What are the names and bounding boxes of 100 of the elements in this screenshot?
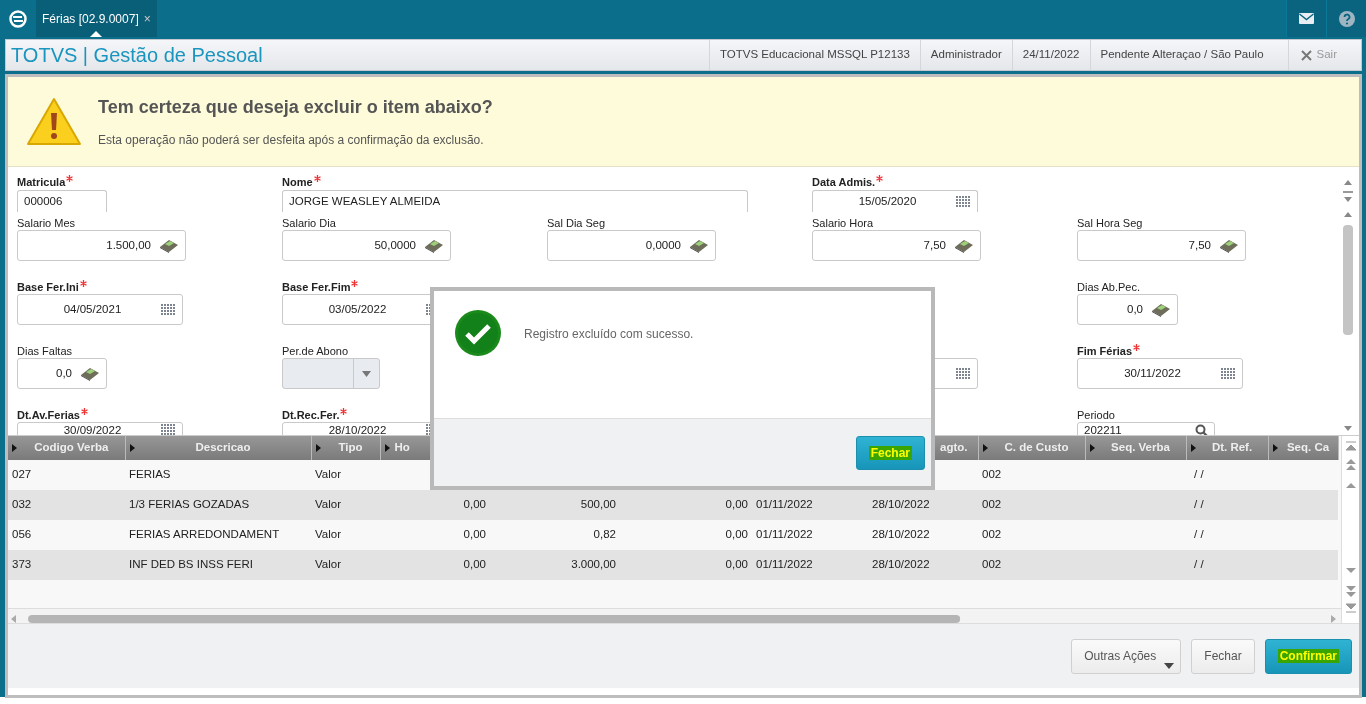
input-field[interactable]: 50,0000 <box>282 230 451 261</box>
table-cell: 056 <box>12 528 32 541</box>
input-field[interactable]: 000006 <box>17 190 107 212</box>
alert-message: Esta operação não poderá ser desfeita após a confirmação da exclusão. <box>98 132 485 149</box>
table-cell: 0,82 <box>593 528 616 541</box>
calculator-icon[interactable] <box>1219 238 1239 253</box>
input-field[interactable]: 202211 <box>1077 422 1215 435</box>
expand-icon[interactable] <box>12 444 17 452</box>
header-info: Administrador <box>919 40 1012 70</box>
table-cell: Valor <box>315 498 341 511</box>
table-cell: Valor <box>315 558 341 571</box>
header-info: TOTVS Educacional MSSQL P12133 <box>709 40 920 70</box>
header-info: Pendente Alteraçao / São Paulo <box>1089 40 1274 70</box>
field-label: Salario Mes <box>17 217 76 229</box>
expand-icon[interactable] <box>982 444 988 452</box>
input-field[interactable]: 7,50 <box>1077 230 1246 261</box>
calendar-icon[interactable] <box>161 303 176 316</box>
input-field[interactable]: 0,0 <box>17 358 107 389</box>
calculator-icon[interactable] <box>424 238 444 253</box>
table-cell: 01/11/2022 <box>756 558 813 571</box>
field-label: Nome <box>282 176 313 188</box>
table-cell: / / <box>1194 558 1204 571</box>
app-title: TOTVS | Gestão de Pessoal <box>10 43 263 68</box>
calculator-icon[interactable] <box>689 238 709 253</box>
input-field[interactable]: 1.500,00 <box>17 230 186 261</box>
field-label: Data Admis. <box>812 176 876 188</box>
table-cell: 1/3 FERIAS GOZADAS <box>129 498 250 511</box>
field-label: Base Fer.Fim <box>282 281 351 293</box>
table-cell: 0,00 <box>725 528 748 541</box>
expand-icon[interactable] <box>384 444 390 452</box>
close-icon <box>1300 49 1312 61</box>
table-cell: 01/11/2022 <box>756 498 813 511</box>
table-cell: 0,00 <box>725 558 748 571</box>
alert-title: Tem certeza que deseja excluir o item abaixo? <box>98 96 493 119</box>
logo-icon[interactable] <box>9 9 27 28</box>
field-label: Base Fer.Ini <box>17 281 79 293</box>
field-label: Sal Hora Seg <box>1077 217 1143 229</box>
table-cell: 002 <box>982 468 1002 481</box>
search-icon[interactable] <box>1195 424 1208 435</box>
caret-icon <box>1164 662 1175 669</box>
table-cell: Valor <box>315 528 341 541</box>
table-cell: INF DED BS INSS FERI <box>129 558 253 571</box>
input-field[interactable]: 04/05/2021 <box>17 294 183 325</box>
table-cell: 28/10/2022 <box>872 498 930 511</box>
table-cell: / / <box>1194 468 1204 481</box>
dialog-message: Registro excluído com sucesso. <box>524 326 694 343</box>
field-label: Dt.Av.Ferias <box>17 409 80 421</box>
input-field[interactable]: 30/11/2022 <box>1077 358 1243 389</box>
table-cell: 0,00 <box>463 498 486 511</box>
field-label: Dias Faltas <box>17 345 73 357</box>
input-field[interactable]: 0,0000 <box>547 230 716 261</box>
table-cell: 28/10/2022 <box>872 528 930 541</box>
input-field[interactable]: 30/09/2022 <box>17 422 183 435</box>
table-cell: 0,00 <box>463 558 486 571</box>
table-cell: 027 <box>12 468 32 481</box>
input-field[interactable]: 15/05/2020 <box>812 190 978 212</box>
table-cell: 28/10/2022 <box>872 558 930 571</box>
input-field[interactable]: 0,0 <box>1077 294 1178 325</box>
table-cell: 373 <box>12 558 32 571</box>
field-label: Salario Hora <box>812 217 874 229</box>
calculator-icon[interactable] <box>159 238 179 253</box>
table-cell: 002 <box>982 498 1002 511</box>
calendar-icon[interactable] <box>1221 367 1236 380</box>
calculator-icon[interactable] <box>1151 302 1171 317</box>
table-cell: 01/11/2022 <box>756 528 813 541</box>
table-cell: 002 <box>982 528 1002 541</box>
table-cell: 500,00 <box>580 498 616 511</box>
table-cell: Valor <box>315 468 341 481</box>
field-label: Periodo <box>1077 409 1115 421</box>
expand-icon[interactable] <box>1272 444 1278 452</box>
table-cell: 002 <box>982 558 1002 571</box>
field-label: Dias Ab.Pec. <box>1077 281 1140 293</box>
close-icon[interactable]: × <box>143 9 151 28</box>
calendar-icon[interactable] <box>161 424 176 435</box>
calculator-icon[interactable] <box>954 238 974 253</box>
table-cell: 032 <box>12 498 32 511</box>
table-cell: / / <box>1194 528 1204 541</box>
calculator-icon[interactable] <box>80 366 100 381</box>
dropdown-button[interactable]: Outras Ações <box>1071 638 1182 674</box>
field-label: Per.de Abono <box>282 345 349 357</box>
table-cell: 0,00 <box>725 498 748 511</box>
expand-icon[interactable] <box>315 444 321 452</box>
calendar-icon[interactable] <box>956 195 971 208</box>
expand-icon[interactable] <box>1190 444 1196 452</box>
field-label: Fim Férias <box>1077 345 1133 357</box>
table-cell: FERIAS <box>129 468 171 481</box>
success-icon <box>454 309 502 357</box>
help-icon[interactable] <box>1338 10 1355 27</box>
tab[interactable]: Férias [02.9.0007] × <box>36 0 157 37</box>
close-button[interactable]: Fechar <box>1191 638 1255 674</box>
mail-icon[interactable] <box>1299 13 1314 24</box>
input-field[interactable]: JORGE WEASLEY ALMEIDA <box>282 190 748 212</box>
input-field[interactable]: 7,50 <box>812 230 981 261</box>
table-cell: / / <box>1194 498 1204 511</box>
table-cell: FERIAS ARREDONDAMENT <box>129 528 280 541</box>
calendar-icon[interactable] <box>956 367 971 380</box>
expand-icon[interactable] <box>129 444 135 452</box>
expand-icon[interactable] <box>1089 444 1095 452</box>
field-label: Dt.Rec.Fer. <box>282 409 340 421</box>
field-label: Sal Dia Seg <box>547 217 606 229</box>
